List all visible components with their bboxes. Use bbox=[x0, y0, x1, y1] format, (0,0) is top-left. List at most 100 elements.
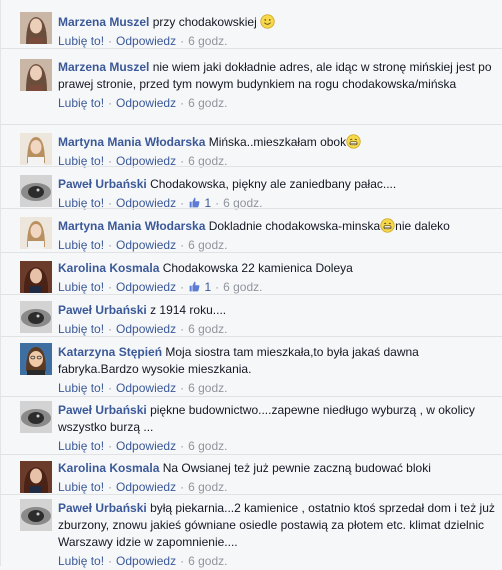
author-link[interactable]: Karolina Kosmala bbox=[58, 461, 159, 475]
timestamp[interactable]: 6 godz. bbox=[223, 280, 262, 294]
avatar[interactable] bbox=[20, 59, 52, 91]
separator: · bbox=[108, 381, 113, 395]
like-link[interactable]: Lubię to! bbox=[58, 322, 104, 336]
avatar[interactable] bbox=[20, 261, 52, 293]
thumbs-up-icon bbox=[189, 281, 200, 292]
comment-text: przy chodakowskiej bbox=[152, 15, 257, 29]
comment-actions: Lubię to! · Odpowiedz · 6 godz. bbox=[58, 553, 495, 570]
author-link[interactable]: Martyna Mania Włodarska bbox=[58, 135, 205, 149]
comment: Marzena Muszel przy chodakowskiej Lubię … bbox=[1, 0, 502, 48]
reply-link[interactable]: Odpowiedz bbox=[116, 322, 176, 336]
separator: · bbox=[180, 480, 185, 494]
smile-emoji-icon bbox=[260, 14, 275, 29]
timestamp[interactable]: 6 godz. bbox=[188, 34, 227, 48]
reply-link[interactable]: Odpowiedz bbox=[116, 280, 176, 294]
comment-body: Martyna Mania Włodarska Mińska..mieszkał… bbox=[58, 134, 495, 170]
avatar[interactable] bbox=[20, 301, 52, 333]
comment: Marzena Muszel nie wiem jaki dokładnie a… bbox=[1, 48, 502, 124]
separator: · bbox=[108, 96, 113, 110]
comment: Paweł Urbański z 1914 roku.... Lubię to!… bbox=[1, 294, 502, 336]
like-link[interactable]: Lubię to! bbox=[58, 280, 104, 294]
comment-text: Na Owsianej też już pewnie zaczną budowa… bbox=[162, 461, 431, 475]
comment-text: Chodakowska 22 kamienica Doleya bbox=[162, 261, 353, 275]
separator: · bbox=[180, 381, 185, 395]
reply-link[interactable]: Odpowiedz bbox=[116, 34, 176, 48]
author-link[interactable]: Paweł Urbański bbox=[58, 177, 147, 191]
avatar[interactable] bbox=[20, 499, 52, 531]
timestamp[interactable]: 6 godz. bbox=[188, 439, 227, 453]
comment: Martyna Mania Włodarska Mińska..mieszkał… bbox=[1, 124, 502, 168]
like-link[interactable]: Lubię to! bbox=[58, 34, 104, 48]
separator: · bbox=[108, 34, 113, 48]
comment-actions: Lubię to! · Odpowiedz · 6 godz. bbox=[58, 380, 495, 397]
grin-emoji-icon bbox=[346, 134, 361, 149]
reply-link[interactable]: Odpowiedz bbox=[116, 439, 176, 453]
comment-body: Martyna Mania Włodarska Dokladnie chodak… bbox=[58, 218, 495, 254]
like-link[interactable]: Lubię to! bbox=[58, 381, 104, 395]
reply-link[interactable]: Odpowiedz bbox=[116, 480, 176, 494]
author-link[interactable]: Karolina Kosmala bbox=[58, 261, 159, 275]
separator: · bbox=[108, 322, 113, 336]
author-link[interactable]: Paweł Urbański bbox=[58, 303, 147, 317]
comment-body: Marzena Muszel przy chodakowskiej Lubię … bbox=[58, 14, 495, 50]
author-link[interactable]: Marzena Muszel bbox=[58, 15, 149, 29]
comment-body: Paweł Urbański Chodakowska, piękny ale z… bbox=[58, 176, 495, 212]
comment-body: Paweł Urbański piękne budownictwo....zap… bbox=[58, 402, 495, 455]
comment: Paweł Urbański byłą piekarnia...2 kamien… bbox=[1, 494, 502, 568]
separator: · bbox=[180, 322, 185, 336]
author-link[interactable]: Marzena Muszel bbox=[58, 60, 149, 74]
grin-emoji-icon bbox=[380, 218, 395, 233]
separator: · bbox=[180, 34, 185, 48]
comment-actions: Lubię to! · Odpowiedz · 6 godz. bbox=[58, 95, 495, 112]
comment-body: Karolina Kosmala Na Owsianej też już pew… bbox=[58, 460, 495, 496]
author-link[interactable]: Paweł Urbański bbox=[58, 403, 147, 417]
separator: · bbox=[180, 96, 185, 110]
separator: · bbox=[215, 280, 220, 294]
reply-link[interactable]: Odpowiedz bbox=[116, 96, 176, 110]
avatar[interactable] bbox=[20, 401, 52, 433]
comment-body: Karolina Kosmala Chodakowska 22 kamienic… bbox=[58, 260, 495, 296]
comment: Karolina Kosmala Chodakowska 22 kamienic… bbox=[1, 252, 502, 294]
timestamp[interactable]: 6 godz. bbox=[188, 381, 227, 395]
avatar[interactable] bbox=[20, 175, 52, 207]
comment-actions: Lubię to! · Odpowiedz · 6 godz. bbox=[58, 438, 495, 455]
comment-body: Katarzyna Stępień Moja siostra tam miesz… bbox=[58, 344, 495, 397]
comment-text: Mińska..mieszkałam obok bbox=[208, 135, 347, 149]
separator: · bbox=[180, 439, 185, 453]
like-count[interactable]: 1 bbox=[188, 280, 211, 294]
separator: · bbox=[180, 238, 185, 252]
avatar[interactable] bbox=[20, 343, 52, 375]
separator: · bbox=[108, 439, 113, 453]
comment-text: z 1914 roku.... bbox=[150, 303, 227, 317]
author-link[interactable]: Paweł Urbański bbox=[58, 501, 147, 515]
separator: · bbox=[108, 480, 113, 494]
timestamp[interactable]: 6 godz. bbox=[188, 322, 227, 336]
comment: Paweł Urbański Chodakowska, piękny ale z… bbox=[1, 166, 502, 210]
reply-link[interactable]: Odpowiedz bbox=[116, 238, 176, 252]
like-link[interactable]: Lubię to! bbox=[58, 96, 104, 110]
author-link[interactable]: Katarzyna Stępień bbox=[58, 345, 162, 359]
comment-text: Dokladnie chodakowska-minska bbox=[208, 219, 381, 233]
timestamp[interactable]: 6 godz. bbox=[188, 480, 227, 494]
avatar[interactable] bbox=[20, 461, 52, 493]
comment-body: Paweł Urbański byłą piekarnia...2 kamien… bbox=[58, 500, 495, 570]
avatar[interactable] bbox=[20, 217, 52, 249]
author-link[interactable]: Martyna Mania Włodarska bbox=[58, 219, 205, 233]
comment-body: Paweł Urbański z 1914 roku.... Lubię to!… bbox=[58, 302, 495, 338]
timestamp[interactable]: 6 godz. bbox=[188, 96, 227, 110]
like-link[interactable]: Lubię to! bbox=[58, 238, 104, 252]
separator: · bbox=[180, 280, 185, 294]
separator: · bbox=[108, 280, 113, 294]
comment-text-after: nie daleko bbox=[395, 219, 450, 233]
avatar[interactable] bbox=[20, 133, 52, 165]
reply-link[interactable]: Odpowiedz bbox=[116, 381, 176, 395]
avatar[interactable] bbox=[20, 12, 52, 44]
comment-thread: Marzena Muszel przy chodakowskiej Lubię … bbox=[0, 0, 502, 568]
comment-text: Chodakowska, piękny ale zaniedbany pałac… bbox=[150, 177, 397, 191]
timestamp[interactable]: 6 godz. bbox=[188, 238, 227, 252]
comment: Karolina Kosmala Na Owsianej też już pew… bbox=[1, 454, 502, 494]
comment-body: Marzena Muszel nie wiem jaki dokładnie a… bbox=[58, 59, 495, 112]
like-link[interactable]: Lubię to! bbox=[58, 439, 104, 453]
like-link[interactable]: Lubię to! bbox=[58, 480, 104, 494]
comment: Paweł Urbański piękne budownictwo....zap… bbox=[1, 396, 502, 454]
